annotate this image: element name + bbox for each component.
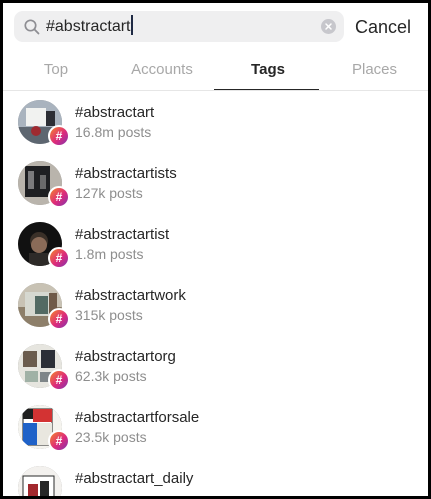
tag-name: #abstractartist [75,226,170,243]
search-tabs: Top Accounts Tags Places [3,49,428,91]
hashtag-badge: # [48,186,70,208]
post-count: 23.5k posts [75,429,147,445]
tag-name: #abstractart_daily [75,470,194,487]
tab-top[interactable]: Top [3,49,109,91]
search-row: #abstractart Cancel [3,3,428,49]
post-count: 127k posts [75,185,143,201]
tag-name: #abstractartists [75,165,177,182]
active-tab-indicator [214,89,319,90]
hashtag-badge: # [48,369,70,391]
search-query: #abstractart [46,18,131,35]
tag-name: #abstractartforsale [75,409,200,426]
text-cursor [131,15,134,35]
tag-name: #abstractart [75,104,155,121]
tab-places[interactable]: Places [321,49,428,91]
tag-result-abstractartist[interactable]: # #abstractartist 1.8m posts [3,214,428,275]
clear-icon[interactable] [321,19,336,34]
screenshot-frame: #abstractart Cancel Top Accounts Tags Pl… [0,0,431,499]
tag-result-abstractartorg[interactable]: # #abstractartorg 62.3k posts [3,336,428,397]
tab-accounts[interactable]: Accounts [109,49,215,91]
tag-result-abstractartwork[interactable]: # #abstractartwork 315k posts [3,275,428,336]
hashtag-badge: # [48,308,70,330]
post-count: 315k posts [75,307,143,323]
hashtag-badge: # [48,125,70,147]
tag-result-abstractart[interactable]: # #abstractart 16.8m posts [3,92,428,153]
post-count: 1.8m posts [75,246,144,262]
post-count: 62.3k posts [75,368,147,384]
hashtag-badge: # [48,247,70,269]
avatar [18,466,62,496]
tab-tags[interactable]: Tags [215,49,321,91]
tag-result-abstractart-daily[interactable]: #abstractart_daily [3,458,428,496]
search-field[interactable]: #abstractart [14,11,344,42]
tag-name: #abstractartwork [75,287,186,304]
tag-result-abstractartists[interactable]: # #abstractartists 127k posts [3,153,428,214]
post-count: 16.8m posts [75,124,152,140]
cancel-button[interactable]: Cancel [355,15,411,39]
search-icon [24,19,40,35]
search-input[interactable]: #abstractart [46,15,134,38]
tag-name: #abstractartorg [75,348,176,365]
tag-result-abstractartforsale[interactable]: # #abstractartforsale 23.5k posts [3,397,428,458]
hashtag-badge: # [48,430,70,452]
